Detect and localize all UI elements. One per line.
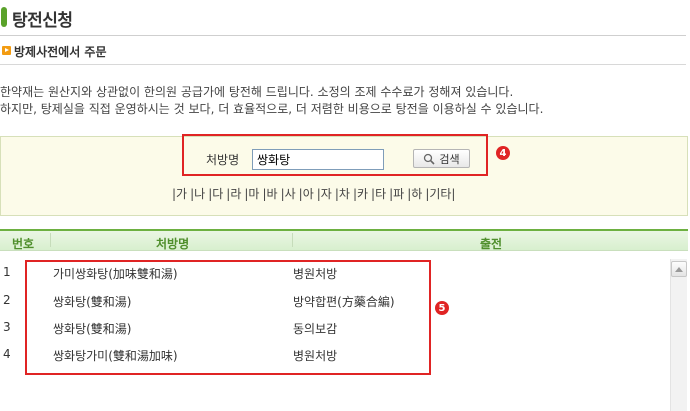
row-number: 2 — [3, 293, 11, 307]
index-navigation: |가 |나 |다 |라 |마 |바 |사 |아 |자 |차 |카 |타 |파 |… — [172, 185, 458, 202]
search-input[interactable] — [252, 149, 384, 170]
results-highlight-box — [25, 260, 431, 375]
index-item-ta[interactable]: |타 — [371, 185, 386, 202]
index-item-ba[interactable]: |바 — [262, 185, 277, 202]
row-number: 3 — [3, 320, 11, 334]
search-button-label: 검색 — [439, 152, 460, 166]
section-header: 방제사전에서 주문 — [0, 43, 690, 63]
index-item-a[interactable]: |아 — [299, 185, 314, 202]
index-item-na[interactable]: |나 — [190, 185, 205, 202]
page-title: 탕전신청 — [12, 11, 73, 31]
orange-arrow-icon — [2, 46, 11, 55]
section-divider — [0, 64, 686, 65]
annotation-marker-5: 5 — [435, 301, 449, 315]
index-item-ga[interactable]: |가 — [172, 185, 187, 202]
header-num: 번호 — [12, 237, 35, 251]
header-source: 출전 — [480, 237, 503, 251]
intro-line-2: 하지만, 탕제실을 직접 운영하시는 것 보다, 더 효율적으로, 더 저렴한 … — [0, 102, 544, 116]
intro-line-1: 한약재는 원산지와 상관없이 한의원 공급가에 탕전해 드립니다. 소정의 조제… — [0, 85, 514, 99]
search-label: 처방명 — [206, 153, 240, 167]
index-item-pa[interactable]: |파 — [389, 185, 404, 202]
search-button[interactable]: 검색 — [413, 149, 470, 168]
scroll-up-arrow-icon[interactable] — [671, 261, 687, 277]
header-separator — [50, 233, 51, 247]
index-item-other[interactable]: |기타| — [425, 185, 455, 202]
index-item-ra[interactable]: |라 — [226, 185, 241, 202]
index-item-ka[interactable]: |카 — [353, 185, 368, 202]
annotation-marker-4: 4 — [496, 146, 510, 160]
row-number: 4 — [3, 347, 11, 361]
magnifier-icon — [424, 153, 435, 165]
table-header: 번호 처방명 출전 — [0, 229, 688, 251]
intro-text: 한약재는 원산지와 상관없이 한의원 공급가에 탕전해 드립니다. 소정의 조제… — [0, 84, 543, 118]
page-header: 탕전신청 — [0, 4, 690, 32]
index-item-da[interactable]: |다 — [208, 185, 223, 202]
section-title: 방제사전에서 주문 — [14, 45, 107, 59]
index-item-cha[interactable]: |차 — [335, 185, 350, 202]
index-item-sa[interactable]: |사 — [281, 185, 296, 202]
index-item-ma[interactable]: |마 — [244, 185, 259, 202]
results-scrollbar[interactable] — [670, 259, 687, 411]
header-separator — [292, 233, 293, 247]
row-number: 1 — [3, 265, 11, 279]
index-item-ja[interactable]: |자 — [317, 185, 332, 202]
index-item-ha[interactable]: |하 — [407, 185, 422, 202]
title-divider — [0, 35, 686, 36]
header-name: 처방명 — [156, 237, 190, 251]
title-bar-icon — [1, 7, 7, 27]
